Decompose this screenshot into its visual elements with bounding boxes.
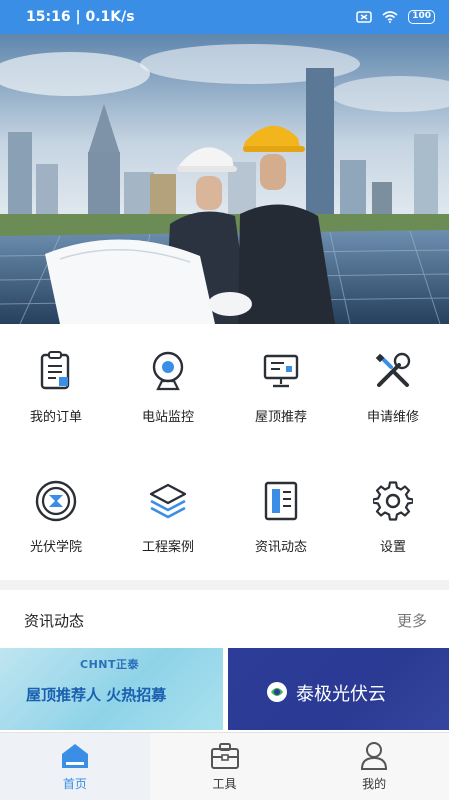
feature-menu: 我的订单 电站监控 屋顶推荐 申请维修 光伏学院 工程案例 资讯动态 设置 — [0, 324, 449, 574]
menu-station-monitor[interactable]: 电站监控 — [112, 324, 224, 434]
taiji-cloud-logo-icon — [266, 681, 288, 703]
menu-label: 资讯动态 — [254, 540, 307, 555]
tab-label: 我的 — [362, 777, 387, 791]
status-left: 15:16 | 0.1K/s — [26, 9, 135, 25]
sim-off-icon — [356, 11, 372, 23]
news-section-title: 资讯动态 — [24, 611, 85, 630]
toolbox-icon — [210, 741, 240, 771]
order-clipboard-icon — [33, 348, 79, 394]
chnt-brand-logo: CHNT正泰 — [80, 658, 139, 671]
menu-label: 屋顶推荐 — [254, 410, 307, 425]
menu-label: 我的订单 — [29, 410, 82, 425]
layers-stack-icon — [145, 478, 191, 524]
network-speed: 0.1K/s — [85, 9, 135, 25]
battery-icon: 100 — [408, 10, 435, 24]
status-right: 100 — [356, 10, 435, 24]
tab-home[interactable]: 首页 — [0, 733, 150, 800]
menu-settings[interactable]: 设置 — [337, 454, 449, 564]
status-bar: 15:16 | 0.1K/s 100 — [0, 0, 449, 34]
repair-tools-icon — [370, 348, 416, 394]
menu-roof-recommend[interactable]: 屋顶推荐 — [225, 324, 337, 434]
home-icon — [60, 741, 90, 771]
news-section-header: 资讯动态 更多 — [0, 600, 449, 640]
tab-tools[interactable]: 工具 — [150, 733, 300, 800]
gear-icon — [370, 478, 416, 524]
bottom-tab-bar: 首页 工具 我的 — [0, 732, 449, 800]
news-banner-taiji-cloud[interactable]: 泰极光伏云 — [228, 648, 449, 730]
menu-label: 设置 — [379, 540, 406, 555]
wifi-icon — [382, 11, 398, 23]
hero-banner[interactable] — [0, 34, 449, 324]
tab-label: 工具 — [212, 777, 237, 791]
news-more-link[interactable]: 更多 — [397, 610, 427, 631]
status-time: 15:16 — [26, 9, 71, 25]
banner-right-text: 泰极光伏云 — [296, 684, 386, 705]
banner-left-text: 屋顶推荐人 火热招募 — [26, 686, 167, 704]
menu-my-orders[interactable]: 我的订单 — [0, 324, 112, 434]
section-divider — [0, 580, 449, 590]
monitor-camera-icon — [145, 348, 191, 394]
news-document-icon — [258, 478, 304, 524]
user-icon — [359, 741, 389, 771]
menu-news[interactable]: 资讯动态 — [225, 454, 337, 564]
tab-label: 首页 — [62, 777, 87, 791]
menu-label: 电站监控 — [141, 410, 194, 425]
menu-apply-repair[interactable]: 申请维修 — [337, 324, 449, 434]
menu-label: 申请维修 — [366, 410, 419, 425]
academy-circle-icon — [33, 478, 79, 524]
hero-illustration — [0, 34, 449, 324]
computer-screen-icon — [258, 348, 304, 394]
menu-label: 光伏学院 — [29, 540, 82, 555]
menu-label: 工程案例 — [141, 540, 194, 555]
menu-project-cases[interactable]: 工程案例 — [112, 454, 224, 564]
menu-pv-academy[interactable]: 光伏学院 — [0, 454, 112, 564]
news-banner-roof-recruit[interactable]: CHNT正泰 屋顶推荐人 火热招募 — [0, 648, 223, 730]
tab-mine[interactable]: 我的 — [299, 733, 449, 800]
